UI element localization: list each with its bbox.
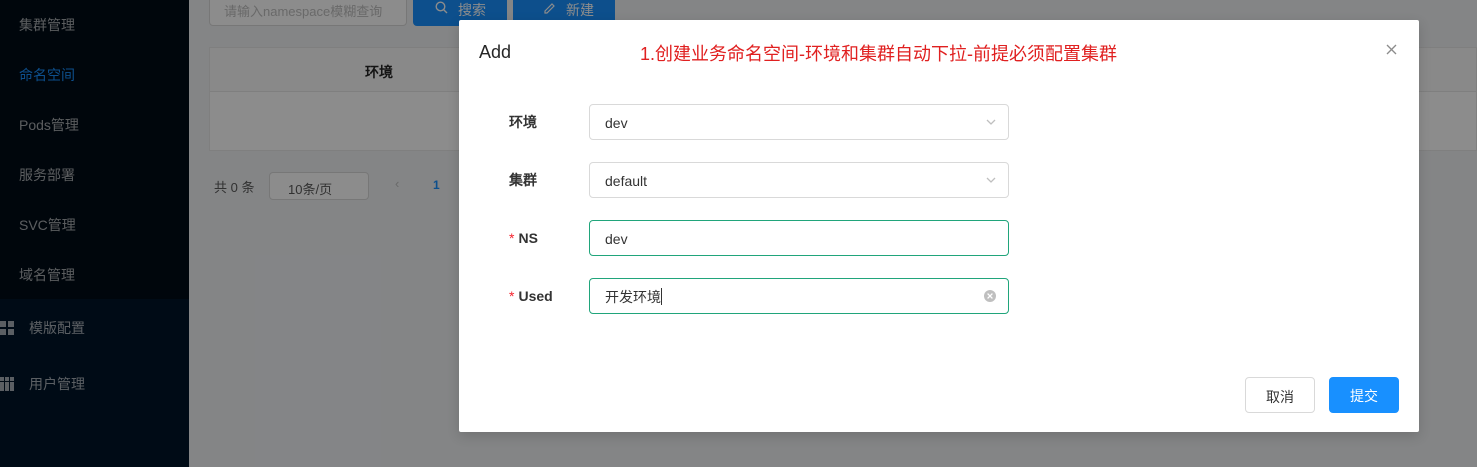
used-input-wrap: 开发环境 — [605, 287, 662, 307]
clear-icon[interactable] — [983, 289, 997, 303]
submit-button-label: 提交 — [1350, 388, 1378, 404]
cluster-select-value: default — [605, 173, 648, 189]
used-label-text: Used — [518, 288, 553, 304]
used-input-value: 开发环境 — [605, 289, 661, 305]
used-input[interactable]: 开发环境 — [589, 278, 1009, 314]
submit-button[interactable]: 提交 — [1329, 377, 1399, 413]
ns-label-text: NS — [518, 230, 538, 246]
close-button[interactable] — [1377, 38, 1405, 66]
ns-input[interactable]: dev — [589, 220, 1009, 256]
ns-input-value: dev — [605, 231, 628, 247]
add-namespace-modal: Add 1.创建业务命名空间-环境和集群自动下拉-前提必须配置集群 环境 dev… — [459, 20, 1419, 432]
chevron-down-icon — [986, 119, 996, 125]
required-mark: * — [509, 288, 515, 304]
modal-title: Add — [479, 42, 512, 62]
ns-label: * NS — [509, 228, 538, 248]
used-label: * Used — [509, 286, 553, 306]
text-cursor — [661, 288, 662, 305]
cluster-label: 集群 — [509, 170, 537, 190]
env-select[interactable]: dev — [589, 104, 1009, 140]
env-select-value: dev — [605, 115, 628, 131]
cluster-select[interactable]: default — [589, 162, 1009, 198]
annotation-note: 1.创建业务命名空间-环境和集群自动下拉-前提必须配置集群 — [640, 44, 1117, 64]
cancel-button-label: 取消 — [1266, 389, 1294, 405]
cancel-button[interactable]: 取消 — [1245, 377, 1315, 413]
chevron-down-icon — [986, 177, 996, 183]
cluster-label-text: 集群 — [509, 172, 537, 188]
env-label: 环境 — [509, 112, 537, 132]
required-mark: * — [509, 230, 515, 246]
close-icon — [1386, 44, 1397, 55]
env-label-text: 环境 — [509, 114, 537, 130]
